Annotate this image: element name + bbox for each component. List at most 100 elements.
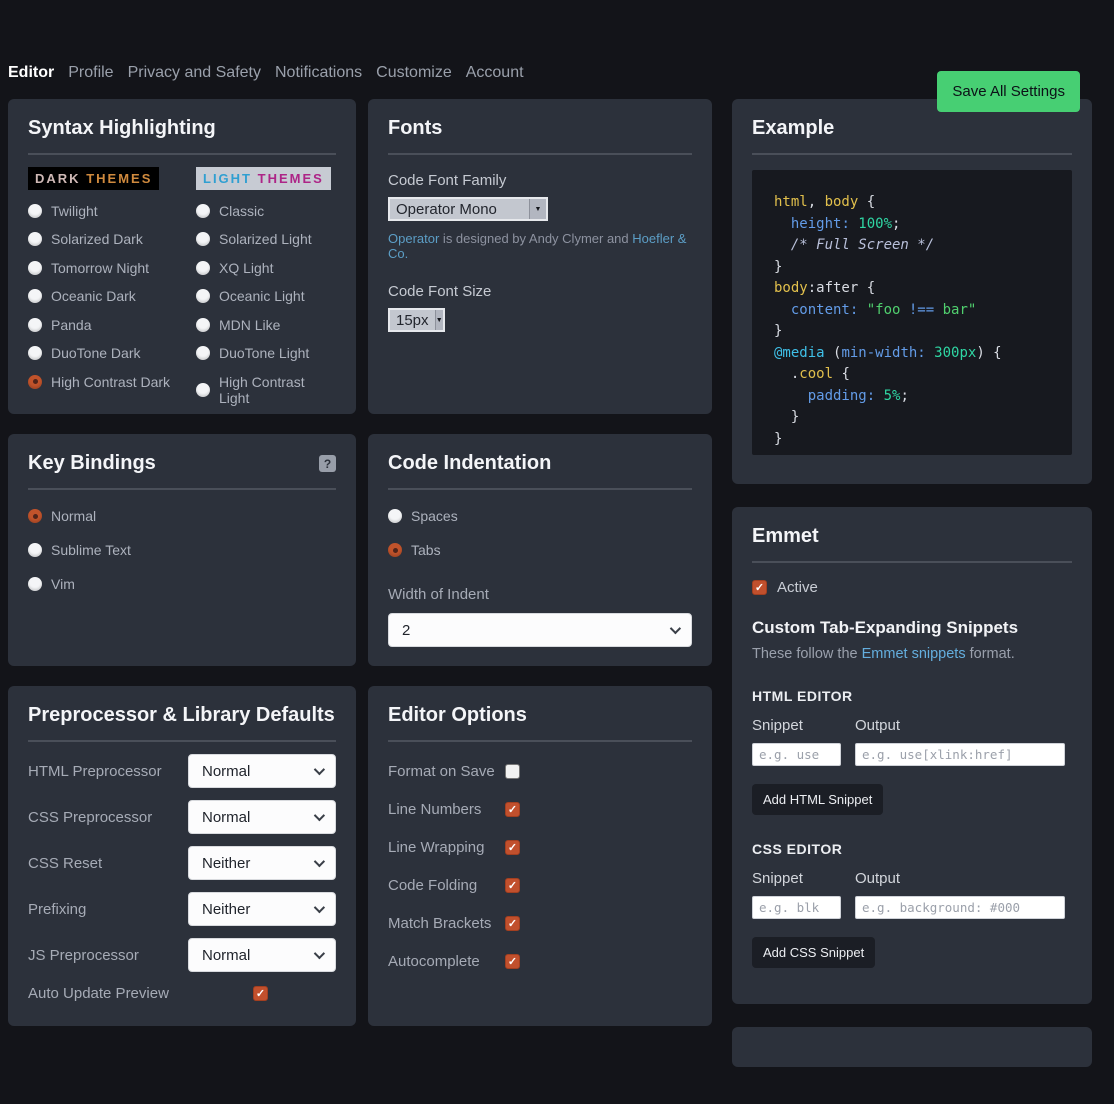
tab-profile[interactable]: Profile <box>68 64 113 82</box>
code-folding-checkbox[interactable] <box>505 878 520 893</box>
save-all-settings-button[interactable]: Save All Settings <box>937 71 1080 112</box>
radio-icon[interactable] <box>388 509 402 523</box>
radio-option-high-contrast-dark[interactable]: High Contrast Dark <box>28 374 196 390</box>
radio-icon[interactable] <box>196 318 210 332</box>
radio-option-solarized-dark[interactable]: Solarized Dark <box>28 231 196 247</box>
radio-icon[interactable] <box>28 346 42 360</box>
match-brackets-checkbox[interactable] <box>505 916 520 931</box>
radio-icon[interactable] <box>28 232 42 246</box>
option-label: Match Brackets <box>388 915 505 932</box>
help-icon[interactable]: ? <box>319 455 336 472</box>
chevron-down-icon <box>314 810 325 821</box>
css-editor-snippet-input[interactable] <box>752 896 841 919</box>
editor-option-match-brackets: Match Brackets <box>388 915 692 932</box>
emmet-active-checkbox[interactable] <box>752 580 767 595</box>
font-note: Operator is designed by Andy Clymer and … <box>388 231 692 261</box>
format-on-save-checkbox[interactable] <box>505 764 520 779</box>
css-editor-output-input[interactable] <box>855 896 1065 919</box>
example-panel: Example html, body { height: 100%; /* Fu… <box>732 99 1092 484</box>
row-label: CSS Preprocessor <box>28 809 188 826</box>
code-font-size-select[interactable]: 15px ▼ <box>388 308 445 332</box>
radio-icon[interactable] <box>28 318 42 332</box>
code-font-family-select[interactable]: Operator Mono ▼ <box>388 197 548 221</box>
code-token: . <box>774 366 799 382</box>
width-of-indent-select[interactable]: 2 <box>388 613 692 647</box>
radio-option-vim[interactable]: Vim <box>28 576 336 592</box>
radio-icon[interactable] <box>196 289 210 303</box>
tab-account[interactable]: Account <box>466 64 524 82</box>
panel-title: Preprocessor & Library Defaults <box>28 704 336 727</box>
radio-option-normal[interactable]: Normal <box>28 508 336 524</box>
radio-option-mdn-like[interactable]: MDN Like <box>196 317 336 333</box>
radio-option-twilight[interactable]: Twilight <box>28 203 196 219</box>
radio-icon[interactable] <box>28 375 42 389</box>
code-token: height <box>774 216 841 232</box>
radio-icon[interactable] <box>28 289 42 303</box>
radio-option-tabs[interactable]: Tabs <box>388 542 692 558</box>
radio-option-solarized-light[interactable]: Solarized Light <box>196 231 336 247</box>
js-preprocessor-select[interactable]: Normal <box>188 938 336 972</box>
tab-customize[interactable]: Customize <box>376 64 452 82</box>
code-token: 100% <box>858 216 892 232</box>
html-editor-snippet-input[interactable] <box>752 743 841 766</box>
emmet-note-text: These follow the <box>752 646 862 662</box>
tab-privacy-and-safety[interactable]: Privacy and Safety <box>128 64 261 82</box>
html-preprocessor-select[interactable]: Normal <box>188 754 336 788</box>
auto-update-label: Auto Update Preview <box>28 985 253 1002</box>
code-line: } <box>774 257 1050 279</box>
selected-font-family: Operator Mono <box>390 201 529 218</box>
radio-option-oceanic-dark[interactable]: Oceanic Dark <box>28 288 196 304</box>
line-wrapping-checkbox[interactable] <box>505 840 520 855</box>
panel-title: Emmet <box>752 525 1072 548</box>
radio-option-oceanic-light[interactable]: Oceanic Light <box>196 288 336 304</box>
radio-icon[interactable] <box>196 261 210 275</box>
operator-link[interactable]: Operator <box>388 231 439 246</box>
radio-icon[interactable] <box>388 543 402 557</box>
code-line: .cool { <box>774 364 1050 386</box>
emmet-snippets-link[interactable]: Emmet snippets <box>862 646 966 662</box>
radio-icon[interactable] <box>196 383 210 397</box>
add-css-snippet-button[interactable]: Add CSS Snippet <box>752 937 875 968</box>
code-line: } <box>774 407 1050 429</box>
html-editor-output-input[interactable] <box>855 743 1065 766</box>
radio-option-spaces[interactable]: Spaces <box>388 508 692 524</box>
radio-option-duotone-dark[interactable]: DuoTone Dark <box>28 345 196 361</box>
autocomplete-checkbox[interactable] <box>505 954 520 969</box>
radio-icon[interactable] <box>196 346 210 360</box>
selected-indent-width: 2 <box>402 622 410 639</box>
indentation-list: Spaces Tabs <box>388 508 692 558</box>
radio-option-xq-light[interactable]: XQ Light <box>196 260 336 276</box>
editor-option-autocomplete: Autocomplete <box>388 953 692 970</box>
css-reset-select[interactable]: Neither <box>188 846 336 880</box>
radio-option-sublime-text[interactable]: Sublime Text <box>28 542 336 558</box>
radio-icon[interactable] <box>196 204 210 218</box>
line-numbers-checkbox[interactable] <box>505 802 520 817</box>
selected-value: Neither <box>202 855 250 872</box>
code-token: ; <box>892 216 900 232</box>
radio-option-duotone-light[interactable]: DuoTone Light <box>196 345 336 361</box>
add-html-snippet-button[interactable]: Add HTML Snippet <box>752 784 883 815</box>
divider <box>752 561 1072 563</box>
radio-icon[interactable] <box>28 261 42 275</box>
divider <box>752 153 1072 155</box>
tab-notifications[interactable]: Notifications <box>275 64 362 82</box>
radio-icon[interactable] <box>196 232 210 246</box>
radio-option-high-contrast-light[interactable]: High Contrast Light <box>196 374 336 406</box>
light-theme-list: Classic Solarized Light XQ Light Oceanic Li… <box>196 203 336 406</box>
prefixing-select[interactable]: Neither <box>188 892 336 926</box>
radio-icon[interactable] <box>28 577 42 591</box>
auto-update-checkbox[interactable] <box>253 986 268 1001</box>
radio-option-tomorrow-night[interactable]: Tomorrow Night <box>28 260 196 276</box>
radio-option-panda[interactable]: Panda <box>28 317 196 333</box>
radio-option-classic[interactable]: Classic <box>196 203 336 219</box>
radio-icon[interactable] <box>28 509 42 523</box>
radio-icon[interactable] <box>28 204 42 218</box>
code-line: padding: 5%; <box>774 386 1050 408</box>
radio-icon[interactable] <box>28 543 42 557</box>
emmet-sections: HTML EDITORSnippetOutputAdd HTML Snippet… <box>752 688 1072 968</box>
code-line: } <box>774 321 1050 343</box>
css-preprocessor-select[interactable]: Normal <box>188 800 336 834</box>
tab-editor[interactable]: Editor <box>8 64 54 82</box>
code-token: : <box>917 345 934 361</box>
divider <box>388 153 692 155</box>
